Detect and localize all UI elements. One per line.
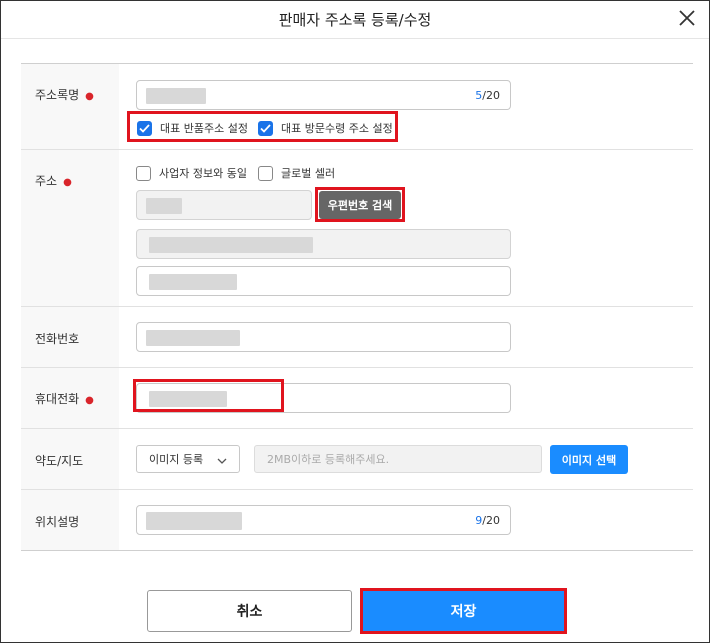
highlight-box — [127, 111, 398, 142]
phone-label: 전화번호 — [35, 332, 80, 346]
redacted-value — [146, 88, 206, 104]
redacted-value — [146, 198, 182, 214]
dialog-header: 판매자 주소록 등록/수정 — [1, 1, 709, 39]
address-name-label: 주소록명 — [35, 88, 80, 102]
location-label: 위치설명 — [35, 515, 80, 529]
redacted-value — [149, 274, 237, 290]
global-seller-label: 글로벌 셀러 — [281, 167, 336, 180]
required-dot-icon: ● — [85, 395, 94, 406]
zipcode-input[interactable] — [136, 190, 312, 220]
row-location: 위치설명 9/20 — [21, 490, 693, 551]
global-seller-checkbox[interactable]: 글로벌 셀러 — [258, 165, 335, 181]
select-value: 이미지 등록 — [149, 453, 204, 466]
chevron-down-icon — [217, 455, 227, 468]
row-map: 약도/지도 이미지 등록 2MB이하로 등록해주세요. 이미지 선택 — [21, 429, 693, 490]
label-cell: 위치설명 — [21, 490, 119, 550]
highlight-box — [133, 379, 284, 412]
close-icon[interactable] — [677, 8, 697, 28]
highlight-box — [315, 187, 405, 222]
image-file-field[interactable]: 2MB이하로 등록해주세요. — [254, 445, 542, 473]
label-cell: 주소 ● — [21, 150, 119, 306]
checkbox-icon — [258, 165, 273, 181]
address-label: 주소 — [35, 174, 58, 188]
label-cell: 전화번호 — [21, 307, 119, 367]
choose-image-button[interactable]: 이미지 선택 — [550, 445, 628, 474]
char-counter: 9/20 — [475, 514, 500, 527]
required-dot-icon: ● — [63, 177, 72, 188]
char-counter: 5/20 — [475, 89, 500, 102]
row-phone: 전화번호 — [21, 307, 693, 368]
required-dot-icon: ● — [85, 91, 94, 102]
redacted-value — [149, 237, 313, 253]
image-file-placeholder: 2MB이하로 등록해주세요. — [267, 453, 390, 466]
dialog-title: 판매자 주소록 등록/수정 — [278, 11, 432, 29]
phone-input[interactable] — [136, 322, 511, 352]
mobile-label: 휴대전화 — [35, 392, 80, 406]
label-cell: 휴대전화 ● — [21, 368, 119, 428]
checkbox-icon — [136, 165, 151, 181]
same-as-business-label: 사업자 정보와 동일 — [159, 167, 247, 180]
label-cell: 약도/지도 — [21, 429, 119, 489]
image-type-select[interactable]: 이미지 등록 — [136, 445, 240, 473]
row-address: 주소 ● 사업자 정보와 동일 글로벌 셀러 우편번호 검색 — [21, 150, 693, 307]
row-address-name: 주소록명 ● 5/20 대표 반품주소 설정 대표 방문수령 주소 설정 — [21, 64, 693, 150]
same-as-business-checkbox[interactable]: 사업자 정보와 동일 — [136, 165, 247, 181]
location-input[interactable]: 9/20 — [136, 505, 511, 535]
row-mobile: 휴대전화 ● — [21, 368, 693, 429]
address-line1-input[interactable] — [136, 229, 511, 259]
label-cell: 주소록명 ● — [21, 64, 119, 149]
map-label: 약도/지도 — [35, 454, 84, 468]
redacted-value — [146, 512, 242, 530]
address-form: 주소록명 ● 5/20 대표 반품주소 설정 대표 방문수령 주소 설정 주소 ● — [21, 63, 693, 551]
address-line2-input[interactable] — [136, 266, 511, 296]
cancel-button[interactable]: 취소 — [147, 590, 352, 632]
address-dialog: 판매자 주소록 등록/수정 주소록명 ● 5/20 대표 반품주소 설정 대표 … — [0, 0, 710, 643]
highlight-box — [360, 588, 567, 634]
redacted-value — [146, 330, 240, 346]
address-name-input[interactable]: 5/20 — [136, 80, 511, 110]
